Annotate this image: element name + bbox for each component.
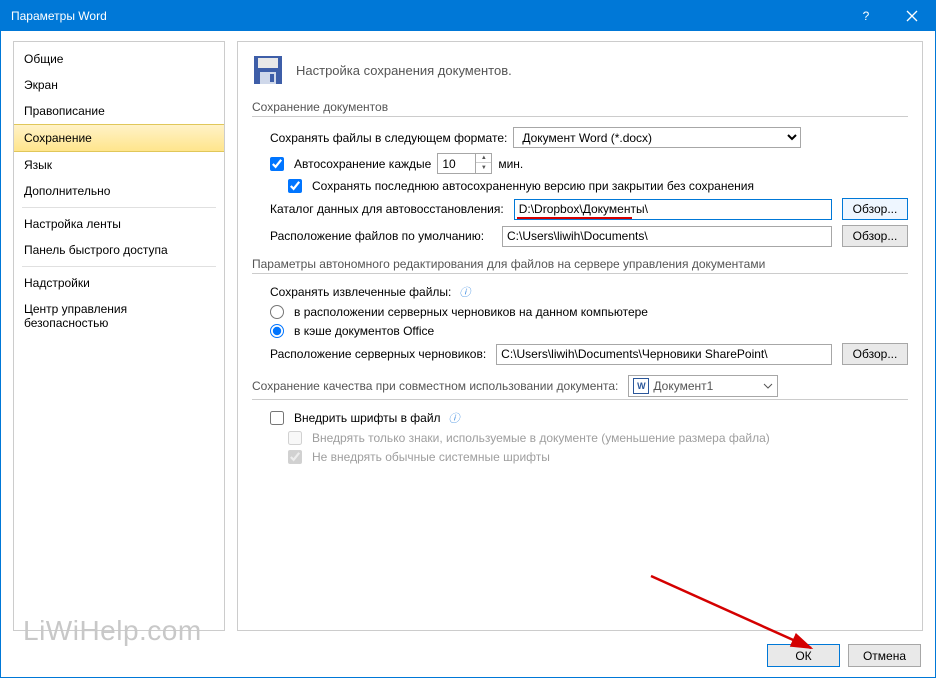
drafts-label: Расположение серверных черновиков: [270,347,486,361]
cancel-button[interactable]: Отмена [848,644,921,667]
sidebar-separator [22,266,216,267]
window-title: Параметры Word [11,9,843,23]
skip-system-checkbox [288,450,302,464]
info-icon[interactable]: ⓘ [459,284,470,300]
content-pane: Настройка сохранения документов. Сохране… [237,41,923,631]
browse-autorecover-button[interactable]: Обзор... [842,198,908,220]
sidebar-item-display[interactable]: Экран [14,72,224,98]
chevron-down-icon [763,381,773,391]
document-selector[interactable]: W Документ1 [628,375,778,397]
browse-default-button[interactable]: Обзор... [842,225,908,247]
autosave-checkbox[interactable] [270,157,284,171]
close-icon [906,10,918,22]
word-doc-icon: W [633,378,649,394]
embed-fonts-checkbox[interactable] [270,411,284,425]
sidebar-item-proofing[interactable]: Правописание [14,98,224,124]
radio-cache-label: в кэше документов Office [294,324,434,338]
titlebar: Параметры Word ? [1,1,935,31]
autosave-unit: мин. [498,157,523,171]
default-loc-input[interactable] [502,226,832,247]
autosave-spinner[interactable]: ▲▼ [437,153,492,174]
close-button[interactable] [889,1,935,31]
autosave-value[interactable] [437,153,475,174]
radio-local-label: в расположении серверных черновиков на д… [294,305,648,319]
skip-system-label: Не внедрять обычные системные шрифты [312,450,550,464]
sidebar-item-save[interactable]: Сохранение [14,124,224,152]
format-label: Сохранять файлы в следующем формате: [270,131,507,145]
save-checked-label: Сохранять извлеченные файлы: [270,285,451,299]
autosave-label: Автосохранение каждые [294,157,431,171]
section-offline-title: Параметры автономного редактирования для… [252,257,908,274]
quality-title: Сохранение качества при совместном испол… [252,379,618,393]
sidebar-item-language[interactable]: Язык [14,152,224,178]
sidebar-item-ribbon[interactable]: Настройка ленты [14,211,224,237]
sidebar-item-general[interactable]: Общие [14,46,224,72]
page-header: Настройка сохранения документов. [296,63,512,78]
section-quality: Сохранение качества при совместном испол… [252,375,908,400]
spin-down-icon[interactable]: ▼ [476,163,491,172]
drafts-path-input[interactable] [496,344,832,365]
keep-last-label: Сохранять последнюю автосохраненную верс… [312,179,754,193]
keep-last-checkbox[interactable] [288,179,302,193]
embed-subset-label: Внедрять только знаки, используемые в до… [312,431,770,445]
browse-drafts-button[interactable]: Обзор... [842,343,908,365]
embed-fonts-label: Внедрить шрифты в файл [294,411,441,425]
embed-subset-checkbox [288,431,302,445]
sidebar-separator [22,207,216,208]
radio-office-cache[interactable] [270,324,284,338]
help-button[interactable]: ? [843,1,889,31]
section-save-title: Сохранение документов [252,100,908,117]
sidebar-item-trust[interactable]: Центр управления безопасностью [14,296,224,336]
save-icon [252,54,284,86]
format-dropdown[interactable]: Документ Word (*.docx) [513,127,801,148]
info-icon[interactable]: ⓘ [449,410,460,426]
sidebar-item-addins[interactable]: Надстройки [14,270,224,296]
spin-up-icon[interactable]: ▲ [476,154,491,163]
autorecover-label: Каталог данных для автовосстановления: [270,202,504,216]
dialog-footer: ОК Отмена [767,644,921,667]
sidebar: Общие Экран Правописание Сохранение Язык… [13,41,225,631]
radio-local-drafts[interactable] [270,305,284,319]
doc-name: Документ1 [653,379,713,393]
sidebar-item-advanced[interactable]: Дополнительно [14,178,224,204]
ok-button[interactable]: ОК [767,644,840,667]
autorecover-path-input[interactable] [514,199,832,220]
watermark: LiWiHelp.com [23,615,202,647]
default-loc-label: Расположение файлов по умолчанию: [270,229,492,243]
sidebar-item-qat[interactable]: Панель быстрого доступа [14,237,224,263]
